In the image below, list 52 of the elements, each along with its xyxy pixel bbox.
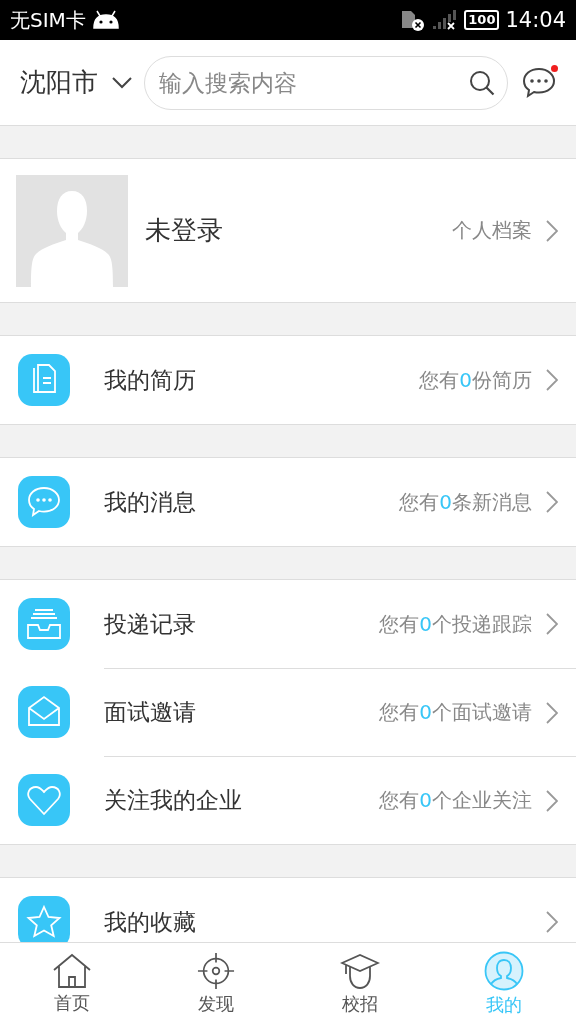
- envelope-icon: [18, 686, 70, 738]
- home-icon: [52, 952, 92, 989]
- count-text: 0: [459, 367, 472, 392]
- crosshair-icon: [197, 951, 235, 990]
- count-text: 0: [439, 489, 452, 514]
- menu-item-label[interactable]: 我的简历: [104, 364, 196, 396]
- chevron-icon[interactable]: [546, 219, 558, 242]
- summary-text: 您有: [379, 788, 420, 812]
- chevron-icon[interactable]: [546, 701, 558, 724]
- graduate-icon: [340, 951, 380, 990]
- summary-text: 个企业关注: [432, 788, 532, 812]
- search-icon[interactable]: [468, 68, 496, 97]
- sim-card-icon: [400, 9, 427, 31]
- chevron-icon[interactable]: [546, 491, 558, 513]
- summary-text: 您有: [379, 611, 420, 636]
- profile-link[interactable]: 个人档案: [452, 217, 532, 244]
- count-text: 0: [419, 788, 432, 812]
- menu-item-label[interactable]: 我的收藏: [104, 906, 196, 938]
- summary-text: 个面试邀请: [432, 700, 532, 724]
- summary-text: 您有: [399, 489, 440, 514]
- android-icon: [91, 10, 120, 30]
- battery-icon: 100: [464, 10, 500, 30]
- chevron-icon[interactable]: [546, 789, 558, 812]
- username-text: 未登录: [145, 214, 223, 247]
- tab[interactable]: 校招: [288, 943, 432, 1024]
- tab[interactable]: 首页: [0, 943, 144, 1024]
- city-selector[interactable]: 沈阳市: [20, 65, 132, 100]
- summary-text: 您有: [379, 700, 420, 724]
- count-text: 0: [419, 700, 432, 724]
- summary-text: 您有: [419, 367, 460, 392]
- menu-item-label[interactable]: 关注我的企业: [104, 785, 242, 816]
- summary-text: 份简历: [472, 367, 532, 392]
- chat-icon: [18, 476, 70, 528]
- summary-text: 条新消息: [452, 489, 532, 514]
- count-text: 0: [419, 611, 432, 636]
- carrier-text: 无SIM卡: [10, 6, 86, 34]
- menu-item-label[interactable]: 面试邀请: [104, 697, 196, 728]
- chevron-icon[interactable]: [546, 613, 558, 635]
- signal-icon: [432, 9, 459, 31]
- messages-button[interactable]: [520, 64, 558, 101]
- summary-text: 个投递跟踪: [432, 611, 532, 636]
- caret-icon[interactable]: [112, 76, 132, 89]
- tab[interactable]: 发现: [144, 943, 288, 1024]
- menu-item-label[interactable]: 我的消息: [104, 486, 196, 518]
- menu-item-label[interactable]: 投递记录: [104, 608, 196, 640]
- user-icon: [484, 950, 524, 991]
- chevron-icon[interactable]: [546, 911, 558, 933]
- clock-text: 14:04: [505, 8, 566, 32]
- search-field[interactable]: 输入搜索内容: [144, 55, 508, 110]
- inbox-icon: [18, 598, 70, 650]
- documents-icon: [18, 354, 70, 406]
- chevron-icon[interactable]: [546, 369, 558, 391]
